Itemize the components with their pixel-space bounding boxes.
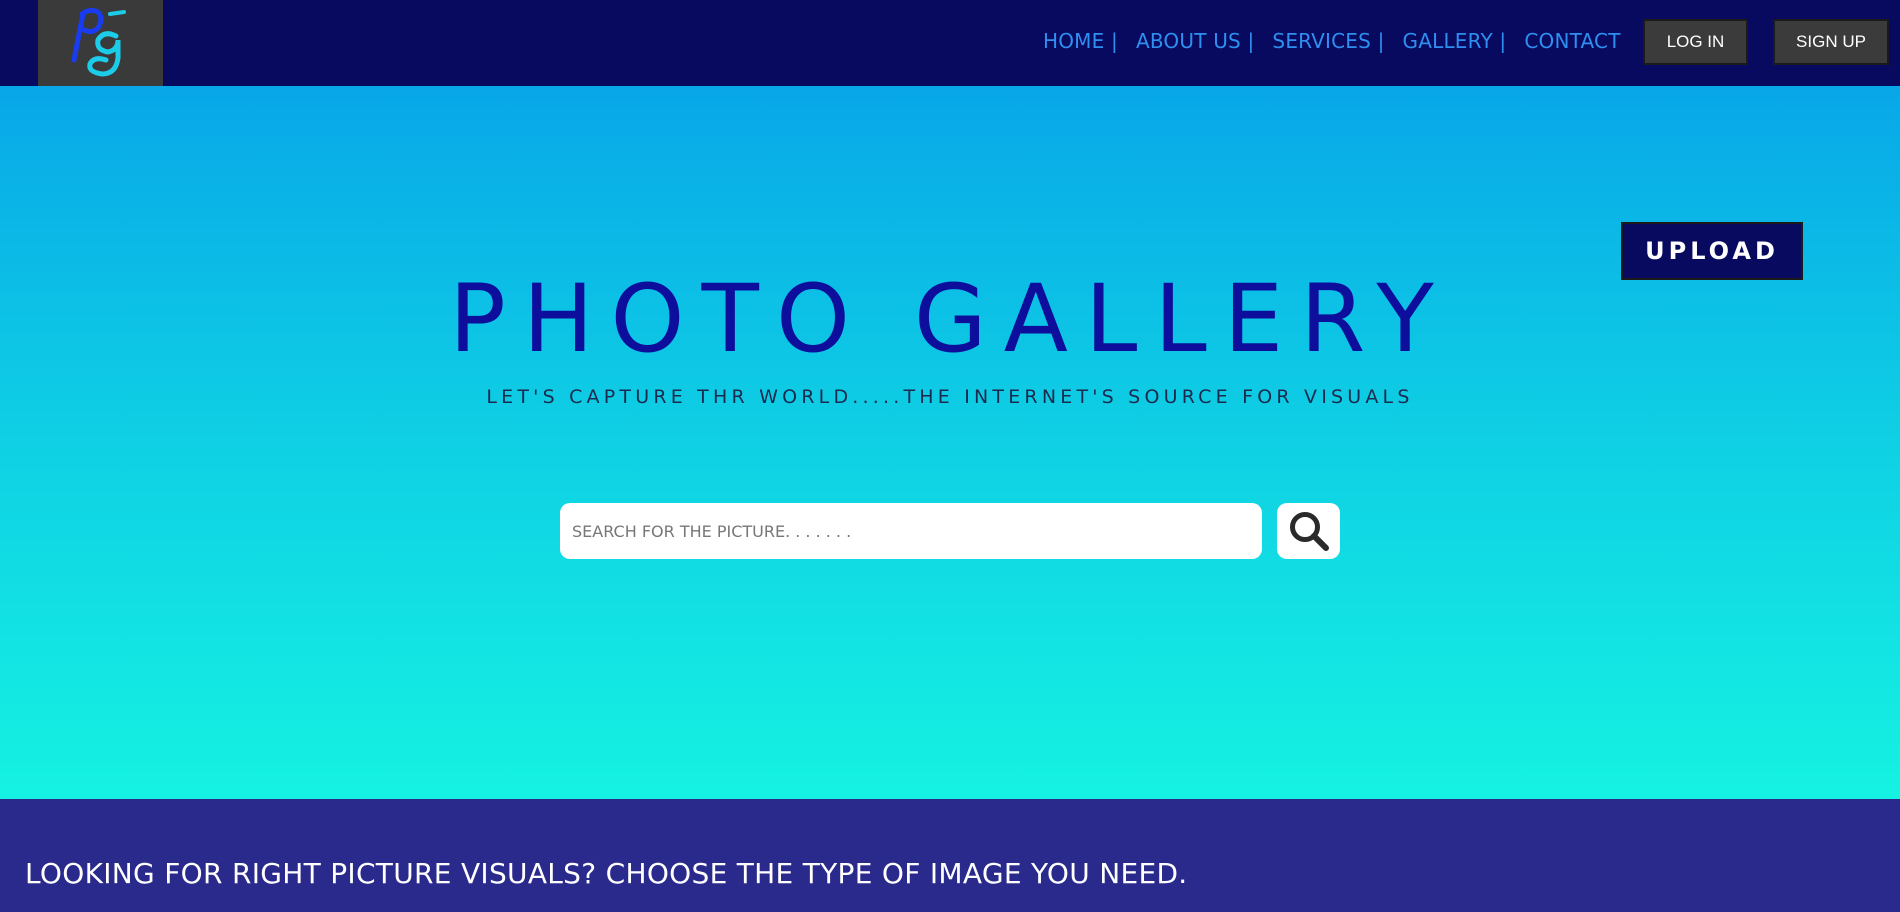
image-types-section: LOOKING FOR RIGHT PICTURE VISUALS? CHOOS…	[0, 799, 1900, 912]
section-heading: LOOKING FOR RIGHT PICTURE VISUALS? CHOOS…	[25, 857, 1188, 890]
nav-about-us[interactable]: ABOUT US |	[1136, 29, 1254, 53]
login-button[interactable]: LOG IN	[1643, 19, 1748, 65]
site-logo[interactable]	[38, 0, 163, 86]
search-input[interactable]	[560, 503, 1262, 559]
logo-mark-icon	[71, 7, 126, 77]
top-header: HOME | ABOUT US | SERVICES | GALLERY | C…	[0, 0, 1900, 86]
page-title: PHOTO GALLERY	[449, 265, 1451, 374]
nav-contact[interactable]: CONTACT	[1524, 29, 1620, 53]
search-icon	[1289, 512, 1329, 551]
page-subtitle: LET'S CAPTURE THR WORLD.....THE INTERNET…	[486, 386, 1414, 408]
hero-section: UPLOAD	[0, 86, 1900, 799]
nav-gallery[interactable]: GALLERY |	[1403, 29, 1507, 53]
search-button[interactable]	[1277, 503, 1340, 559]
nav-home[interactable]: HOME |	[1043, 29, 1118, 53]
main-nav: HOME | ABOUT US | SERVICES | GALLERY | C…	[1043, 26, 1621, 56]
nav-services[interactable]: SERVICES |	[1272, 29, 1384, 53]
signup-button[interactable]: SIGN UP	[1773, 19, 1889, 65]
